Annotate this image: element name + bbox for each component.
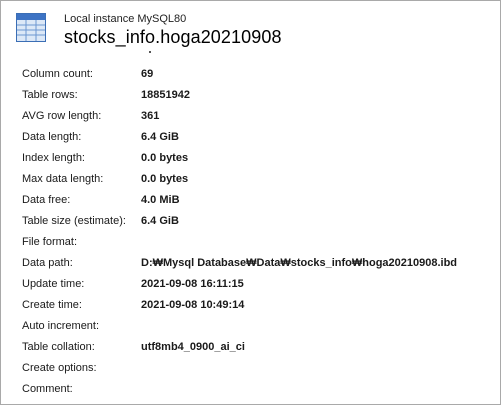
property-value: 4.0 MiB: [141, 194, 180, 206]
property-row-table-size: Table size (estimate): 6.4 GiB: [1, 211, 500, 232]
property-row-column-count: Column count: 69: [1, 64, 500, 85]
property-row-create-time: Create time: 2021-09-08 10:49:14: [1, 295, 500, 316]
properties-list: Column count: 69 Table rows: 18851942 AV…: [1, 64, 500, 400]
property-value: 6.4 GiB: [141, 215, 179, 227]
property-row-file-format: File format:: [1, 232, 500, 253]
property-label: Max data length:: [22, 173, 104, 185]
property-value: 361: [141, 110, 160, 122]
property-row-create-options: Create options:: [1, 358, 500, 379]
property-row-update-time: Update time: 2021-09-08 16:11:15: [1, 274, 500, 295]
property-label: Create time:: [22, 299, 82, 311]
property-value: utf8mb4_0900_ai_ci: [141, 341, 245, 353]
property-label: Index length:: [22, 152, 85, 164]
property-value: 18851942: [141, 89, 190, 101]
property-label: Table collation:: [22, 341, 95, 353]
property-label: Update time:: [22, 278, 85, 290]
property-value: D:₩Mysql Database₩Data₩stocks_info₩hoga2…: [141, 257, 458, 269]
property-label: Auto increment:: [22, 320, 100, 332]
property-row-data-path: Data path: D:₩Mysql Database₩Data₩stocks…: [1, 253, 500, 274]
property-row-max-data-length: Max data length: 0.0 bytes: [1, 169, 500, 190]
connection-instance-label: Local instance MySQL80: [64, 13, 187, 25]
property-row-table-rows: Table rows: 18851942: [1, 85, 500, 106]
table-title: stocks_info.hoga20210908: [64, 27, 282, 47]
property-label: Data free:: [22, 194, 71, 206]
property-label: Data path:: [22, 257, 73, 269]
property-value: 0.0 bytes: [141, 173, 189, 185]
divider-mark: [149, 51, 151, 53]
table-icon: [16, 13, 46, 42]
panel-header: Local instance MySQL80 stocks_info.hoga2…: [1, 1, 500, 57]
table-info-panel: Local instance MySQL80 stocks_info.hoga2…: [0, 0, 501, 405]
property-row-comment: Comment:: [1, 379, 500, 400]
property-value: 2021-09-08 10:49:14: [141, 299, 245, 311]
property-label: AVG row length:: [22, 110, 102, 122]
property-value: 69: [141, 68, 154, 80]
property-row-index-length: Index length: 0.0 bytes: [1, 148, 500, 169]
property-label: Column count:: [22, 68, 93, 80]
property-label: Data length:: [22, 131, 82, 143]
property-label: Table rows:: [22, 89, 78, 101]
property-label: Table size (estimate):: [22, 215, 126, 227]
property-value: 2021-09-08 16:11:15: [141, 278, 244, 290]
property-row-data-free: Data free: 4.0 MiB: [1, 190, 500, 211]
property-row-data-length: Data length: 6.4 GiB: [1, 127, 500, 148]
property-label: File format:: [22, 236, 78, 248]
property-row-auto-increment: Auto increment:: [1, 316, 500, 337]
property-row-avg-row-length: AVG row length: 361: [1, 106, 500, 127]
property-label: Comment:: [22, 383, 73, 395]
property-value: 6.4 GiB: [141, 131, 179, 143]
property-row-table-collation: Table collation: utf8mb4_0900_ai_ci: [1, 337, 500, 358]
property-value: 0.0 bytes: [141, 152, 189, 164]
property-label: Create options:: [22, 362, 97, 374]
